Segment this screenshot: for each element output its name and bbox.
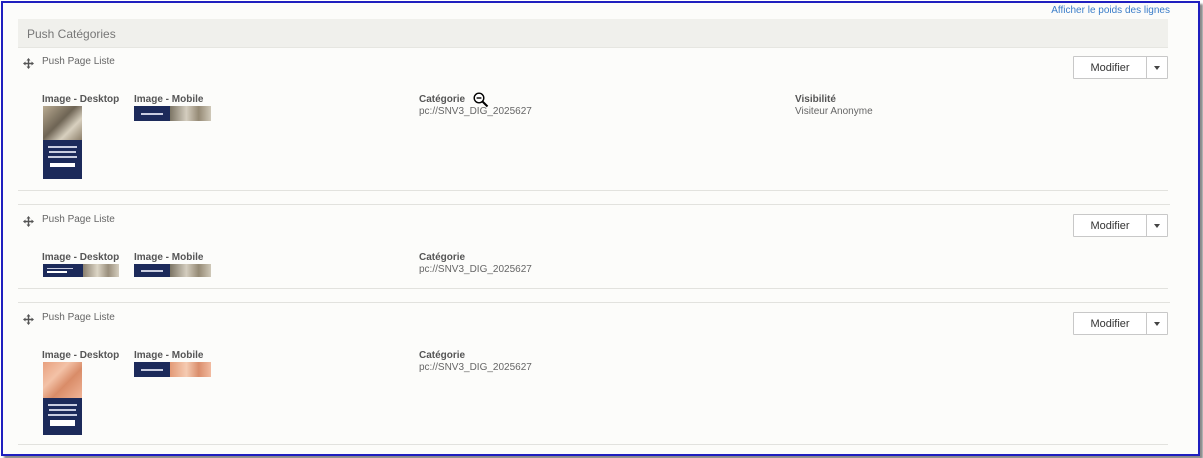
move-icon[interactable]	[23, 58, 34, 69]
move-icon[interactable]	[23, 216, 34, 227]
modify-button-group: Modifier	[1073, 214, 1168, 237]
visibility-label: Visibilité	[795, 94, 836, 105]
category-label: Catégorie	[419, 252, 466, 263]
zoom-out-cursor-icon	[473, 92, 489, 108]
row-divider	[18, 190, 1168, 191]
row-title: Push Page Liste	[42, 312, 115, 323]
modify-dropdown-toggle[interactable]	[1147, 215, 1167, 236]
desktop-image-thumbnail[interactable]	[43, 362, 82, 435]
desktop-image-thumbnail[interactable]	[43, 106, 82, 179]
desktop-image-label: Image - Desktop	[42, 94, 120, 105]
desktop-image-thumbnail[interactable]	[43, 264, 119, 277]
push-row: Push Page Liste Modifier Image - Desktop…	[18, 56, 1168, 192]
category-label: Catégorie	[419, 350, 466, 361]
modify-button-group: Modifier	[1073, 312, 1168, 335]
category-value: pc://SNV3_DIG_2025627	[419, 362, 532, 373]
panel-header: Push Catégories	[18, 19, 1168, 48]
row-title: Push Page Liste	[42, 214, 115, 225]
modify-button[interactable]: Modifier	[1074, 313, 1147, 334]
row-divider	[18, 288, 1168, 289]
row-divider	[18, 444, 1168, 445]
desktop-image-label: Image - Desktop	[42, 252, 120, 263]
chevron-down-icon	[1154, 321, 1160, 326]
mobile-image-label: Image - Mobile	[134, 94, 204, 105]
modify-button[interactable]: Modifier	[1074, 57, 1147, 78]
chevron-down-icon	[1154, 223, 1160, 228]
modify-button[interactable]: Modifier	[1074, 215, 1147, 236]
show-line-weights-link[interactable]: Afficher le poids des lignes	[1051, 5, 1170, 16]
chevron-down-icon	[1154, 65, 1160, 70]
push-row: Push Page Liste Modifier Image - Desktop…	[18, 312, 1168, 446]
desktop-image-photo	[43, 106, 82, 140]
window-frame: Afficher le poids des lignes Push Catégo…	[1, 1, 1200, 456]
move-icon[interactable]	[23, 314, 34, 325]
mobile-image-thumbnail[interactable]	[134, 106, 211, 121]
mobile-image-thumbnail[interactable]	[134, 362, 211, 377]
desktop-image-label: Image - Desktop	[42, 350, 120, 361]
modify-button-group: Modifier	[1073, 56, 1168, 79]
category-label: Catégorie	[419, 94, 466, 105]
category-value: pc://SNV3_DIG_2025627	[419, 264, 532, 275]
panel-title: Push Catégories	[27, 27, 116, 41]
section-divider	[18, 302, 1170, 303]
push-row: Push Page Liste Modifier Image - Desktop…	[18, 214, 1168, 290]
row-title: Push Page Liste	[42, 56, 115, 67]
section-divider	[18, 204, 1170, 205]
mobile-image-label: Image - Mobile	[134, 350, 204, 361]
modify-dropdown-toggle[interactable]	[1147, 57, 1167, 78]
mobile-image-label: Image - Mobile	[134, 252, 204, 263]
desktop-image-photo	[43, 362, 82, 398]
visibility-value: Visiteur Anonyme	[795, 106, 873, 117]
modify-dropdown-toggle[interactable]	[1147, 313, 1167, 334]
mobile-image-thumbnail[interactable]	[134, 264, 211, 277]
